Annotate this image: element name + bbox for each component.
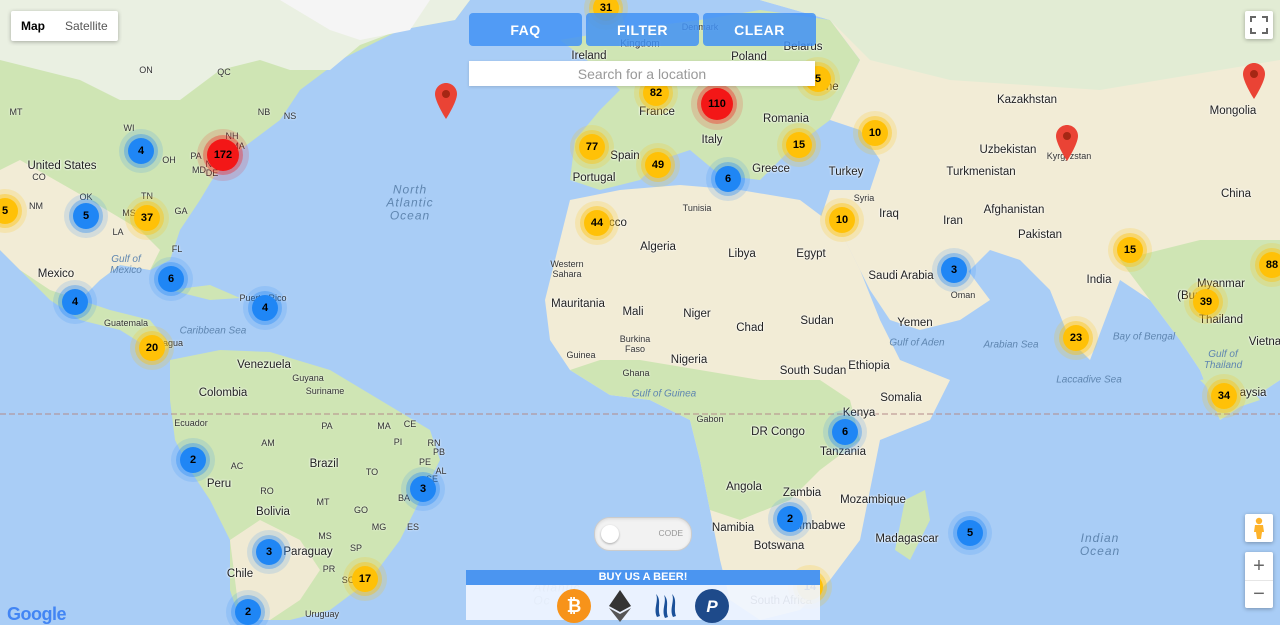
zoom-out-button[interactable]: − (1245, 581, 1273, 608)
google-logo: Google (7, 604, 67, 625)
marker-cluster[interactable]: 5 (957, 520, 983, 546)
ethereum-icon[interactable] (603, 589, 637, 623)
location-pin-icon[interactable] (1243, 63, 1265, 99)
toggle-knob (601, 525, 619, 543)
marker-cluster[interactable]: 172 (207, 139, 239, 171)
svg-text:P: P (706, 597, 718, 616)
marker-cluster[interactable]: 6 (158, 266, 184, 292)
steem-icon[interactable] (649, 589, 683, 623)
marker-cluster[interactable]: 2 (180, 447, 206, 473)
fullscreen-button[interactable] (1245, 11, 1273, 39)
pegman-icon (1254, 517, 1264, 539)
clear-button[interactable]: CLEAR (703, 13, 816, 46)
map-type-map-button[interactable]: Map (11, 11, 55, 41)
toggle-label: CODE (658, 528, 683, 538)
marker-cluster[interactable]: 4 (128, 138, 154, 164)
marker-cluster[interactable]: 2 (235, 599, 261, 625)
map-type-satellite-button[interactable]: Satellite (55, 11, 118, 41)
marker-cluster[interactable]: 3 (941, 257, 967, 283)
marker-cluster[interactable]: 10 (829, 207, 855, 233)
location-search-input[interactable] (469, 61, 815, 86)
filter-button[interactable]: FILTER (586, 13, 699, 46)
marker-cluster[interactable]: 5 (73, 203, 99, 229)
marker-cluster[interactable]: 6 (832, 419, 858, 445)
marker-cluster[interactable]: 110 (701, 88, 733, 120)
marker-cluster[interactable]: 34 (1211, 383, 1237, 409)
marker-cluster[interactable]: 37 (134, 205, 160, 231)
code-toggle[interactable]: CODE (594, 517, 692, 551)
marker-cluster[interactable]: 49 (645, 152, 671, 178)
marker-cluster[interactable]: 2 (777, 506, 803, 532)
marker-cluster[interactable]: 39 (1193, 289, 1219, 315)
svg-text:₿: ₿ (567, 596, 582, 616)
faq-button[interactable]: FAQ (469, 13, 582, 46)
paypal-icon[interactable]: P (695, 589, 729, 623)
donate-title: BUY US A BEER! (466, 570, 820, 585)
marker-cluster[interactable]: 4 (252, 295, 278, 321)
marker-cluster[interactable]: 15 (1117, 237, 1143, 263)
marker-cluster[interactable]: 88 (1259, 252, 1280, 278)
marker-cluster[interactable]: 23 (1063, 325, 1089, 351)
bitcoin-icon[interactable]: ₿ (557, 589, 591, 623)
location-pin-icon[interactable] (435, 83, 457, 119)
marker-cluster[interactable]: 17 (352, 566, 378, 592)
marker-cluster[interactable]: 10 (862, 120, 888, 146)
marker-cluster[interactable]: 3 (256, 539, 282, 565)
donate-panel: BUY US A BEER! ₿ P (466, 570, 820, 623)
location-pin-icon[interactable] (1056, 125, 1078, 161)
marker-cluster[interactable]: 15 (786, 132, 812, 158)
marker-cluster[interactable]: 44 (584, 210, 610, 236)
marker-cluster[interactable]: 4 (62, 289, 88, 315)
zoom-in-button[interactable]: + (1245, 553, 1273, 581)
google-attribution: Google (7, 604, 67, 624)
zoom-control: + − (1245, 552, 1273, 608)
map-type-control: Map Satellite (11, 11, 118, 41)
marker-cluster[interactable]: 77 (579, 134, 605, 160)
fullscreen-icon (1250, 16, 1268, 34)
marker-cluster[interactable]: 20 (139, 335, 165, 361)
marker-cluster[interactable]: 6 (715, 166, 741, 192)
street-view-button[interactable] (1245, 514, 1273, 542)
marker-cluster[interactable]: 3 (410, 476, 436, 502)
